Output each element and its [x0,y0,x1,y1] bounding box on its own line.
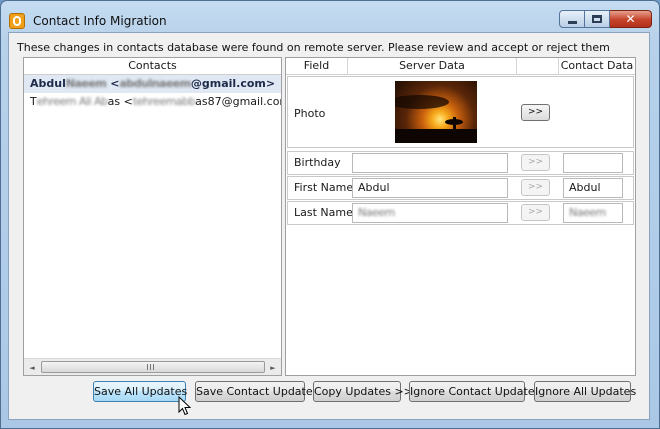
birthday-row: Birthday >> [287,151,634,175]
first-name-row: First Name Abdul >> Abdul [287,176,634,200]
contacts-list[interactable]: Contacts AbdulNaeem <abdulnaeem@gmail.co… [23,57,282,376]
close-button[interactable]: ✕ [610,10,652,28]
window-title: Contact Info Migration [33,14,167,28]
minimize-button[interactable] [559,10,585,28]
save-contact-updates-button[interactable]: Save Contact Updates [195,381,318,402]
last-name-row: Last Name Naeem >> Naeem [287,201,634,225]
field-column-header: Field [286,58,348,75]
action-column-header [517,58,559,75]
close-icon: ✕ [625,12,636,26]
contact-name: T [30,95,37,108]
minimize-icon [567,20,577,24]
contacts-column-header: Contacts [24,58,281,75]
scrollbar-thumb[interactable] [41,361,265,373]
contact-last-name-field[interactable]: Naeem [563,203,623,223]
grip-icon [147,364,154,370]
list-item[interactable]: Tehreem Ali Abas <tehreemabbas87@gmail.c… [24,93,281,111]
server-data-column-header: Server Data [348,58,517,75]
scroll-right-icon[interactable]: ► [267,362,279,374]
copy-photo-button[interactable]: >> [521,104,550,121]
grid-header: Field Server Data Contact Data [286,58,635,75]
server-photo [395,81,477,143]
save-all-updates-button[interactable]: Save All Updates [93,381,187,402]
ignore-all-updates-button[interactable]: Ignore All Updates [534,381,636,402]
contact-birthday-field[interactable] [563,153,623,173]
copy-birthday-button[interactable]: >> [521,154,550,171]
copy-first-name-button[interactable]: >> [521,179,550,196]
horizontal-scrollbar[interactable]: ◄ ► [24,358,281,375]
photo-label: Photo [294,107,326,120]
birthday-label: Birthday [294,156,341,169]
outlook-app-icon [9,13,25,29]
contact-data-grid: Field Server Data Contact Data Photo >> … [285,57,636,376]
contact-data-column-header: Contact Data [560,59,634,72]
redacted-email: tehreemabb [132,95,196,108]
redacted-last-name: Naeem [358,206,395,219]
redacted-name: Naeem [65,77,107,90]
copy-updates-button[interactable]: Copy Updates >> [313,381,413,402]
contact-name: Abdul [30,77,66,90]
last-name-label: Last Name [294,206,353,219]
maximize-icon [592,15,602,23]
redacted-name: ehreem Ali Ab [36,95,108,108]
scroll-left-icon[interactable]: ◄ [26,362,38,374]
server-first-name-field[interactable]: Abdul [352,178,508,198]
redacted-last-name: Naeem [569,206,606,219]
list-item[interactable]: AbdulNaeem <abdulnaeem@gmail.com> [24,75,281,93]
contact-first-name-field[interactable]: Abdul [563,178,623,198]
ignore-contact-updates-button[interactable]: Ignore Contact Updates [409,381,540,402]
contact-email-open: as < [107,95,133,108]
maximize-button[interactable] [585,10,610,28]
mouse-pointer-icon [178,396,192,416]
photo-row: Photo >> [287,76,634,148]
action-button-bar: Save All Updates Save Contact Updates Co… [0,381,660,403]
first-name-label: First Name [294,181,354,194]
contact-email-open: < [106,77,120,90]
caption-buttons: ✕ [559,10,652,30]
server-last-name-field[interactable]: Naeem [352,203,508,223]
redacted-email: abdulnaeem [119,77,191,90]
contact-email-domain: as87@gmail.com> [195,95,281,108]
info-message: These changes in contacts database were … [17,41,610,54]
server-birthday-field[interactable] [352,153,508,173]
copy-last-name-button[interactable]: >> [521,204,550,221]
contact-email-domain: @gmail.com> [190,77,276,90]
title-bar[interactable]: Contact Info Migration ✕ [1,1,659,33]
